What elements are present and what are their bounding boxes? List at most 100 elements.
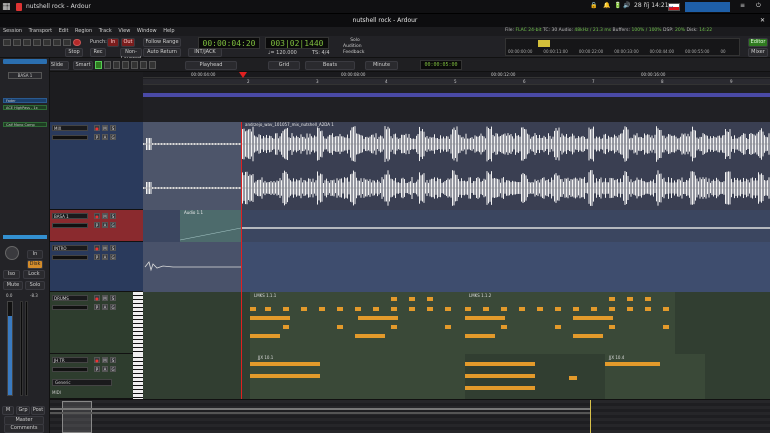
playlist-button[interactable]: P	[94, 366, 100, 372]
menu-session[interactable]: Session	[3, 28, 22, 34]
record-icon[interactable]	[73, 39, 81, 46]
midi-note[interactable]	[337, 325, 343, 329]
strip-name-button[interactable]: BASA 1	[8, 72, 42, 79]
midi-note[interactable]	[663, 325, 669, 329]
primary-clock[interactable]: 00:00:04:20	[198, 37, 260, 49]
stretch-tool-icon[interactable]	[122, 61, 129, 69]
midi-note[interactable]	[391, 297, 397, 301]
menu-track[interactable]: Track	[99, 28, 112, 34]
midi-note[interactable]	[501, 325, 507, 329]
group-button[interactable]: Grp	[16, 406, 30, 415]
midi-note[interactable]	[265, 307, 271, 311]
midi-note[interactable]	[355, 307, 361, 311]
track-gain-fader[interactable]	[52, 305, 88, 310]
midi-note[interactable]	[519, 307, 525, 311]
midi-note[interactable]	[250, 362, 320, 366]
comments-button[interactable]: Comments	[4, 424, 44, 433]
midi-note[interactable]	[609, 297, 615, 301]
menu-transport[interactable]: Transport	[29, 28, 52, 34]
midi-note[interactable]	[663, 307, 669, 311]
midi-note[interactable]	[465, 374, 535, 378]
group-button[interactable]: G	[110, 222, 116, 228]
midi-note[interactable]	[283, 325, 289, 329]
keyboard-layout-flag[interactable]: CZ	[668, 3, 680, 11]
stop-icon[interactable]	[63, 39, 71, 46]
timecode-ruler[interactable]: 00:00:04:00 00:00:08:00 00:00:12:00 00:0…	[143, 72, 770, 78]
grab-tool-icon[interactable]	[95, 61, 102, 69]
solo-button[interactable]: S	[110, 357, 116, 363]
track-name[interactable]: DRUMS	[52, 295, 88, 301]
apps-grid-icon[interactable]: ▦	[2, 2, 12, 12]
menu-region[interactable]: Region	[75, 28, 92, 34]
midi-note[interactable]	[250, 316, 290, 320]
volume-icon[interactable]: 🔊	[623, 2, 630, 12]
menu-window[interactable]: Window	[137, 28, 157, 34]
playlist-button[interactable]: P	[94, 304, 100, 310]
rec-arm-button[interactable]: ●	[94, 295, 100, 301]
tempo-ruler-bar[interactable]	[143, 93, 770, 97]
midi-note[interactable]	[483, 307, 489, 311]
automation-button[interactable]: A	[102, 134, 108, 140]
midi-note[interactable]	[609, 325, 615, 329]
solo-button[interactable]: Solo	[25, 281, 45, 290]
midi-note[interactable]	[427, 297, 433, 301]
solo-button[interactable]: S	[110, 125, 116, 131]
midi-note[interactable]	[409, 307, 415, 311]
track-name[interactable]: BASA 1	[52, 213, 88, 219]
automation-button[interactable]: A	[102, 366, 108, 372]
power-icon[interactable]: ⏻	[756, 2, 761, 12]
auto-return-button[interactable]: Auto Return	[143, 48, 181, 57]
group-button[interactable]: G	[110, 366, 116, 372]
track-header-basa[interactable]: BASA 1 ● M S P A G	[50, 210, 143, 242]
mute-button[interactable]: M	[102, 213, 108, 219]
gain-fader[interactable]	[7, 301, 13, 396]
track-gain-fader[interactable]	[52, 255, 88, 260]
midi-note[interactable]	[445, 325, 451, 329]
mute-button[interactable]: M	[102, 125, 108, 131]
midi-note[interactable]	[337, 307, 343, 311]
secondary-clock[interactable]: 003|02|1440	[265, 37, 329, 49]
track-header-drums[interactable]: DRUMS ● M S P A G	[50, 292, 143, 354]
playhead-line[interactable]	[241, 122, 242, 399]
track-name[interactable]: MIX	[52, 125, 88, 131]
layered-mode-dropdown[interactable]: Non-Layered	[120, 48, 142, 62]
menu-help[interactable]: Help	[163, 28, 174, 34]
midi-note[interactable]	[573, 307, 579, 311]
clock-display[interactable]: 28 říj 14:21	[634, 2, 669, 12]
editor-canvas[interactable]: andrzejo_wav_101057_mix_nutshell_A2DA 1 …	[143, 122, 770, 399]
menu-edit[interactable]: Edit	[59, 28, 69, 34]
track-gain-fader[interactable]	[52, 135, 88, 140]
summary-viewport[interactable]	[62, 401, 92, 433]
meter-display[interactable]: TS: 4/4	[312, 50, 330, 56]
midi-note[interactable]	[555, 325, 561, 329]
track-gain-fader[interactable]	[52, 367, 88, 372]
midi-note[interactable]	[283, 307, 289, 311]
playhead-dropdown[interactable]: Playhead	[185, 61, 237, 70]
iso-button[interactable]: Iso	[3, 270, 20, 279]
range-tool-icon[interactable]	[104, 61, 111, 69]
midi-note[interactable]	[250, 307, 256, 311]
midi-note[interactable]	[645, 297, 651, 301]
group-button[interactable]: G	[110, 304, 116, 310]
midi-note[interactable]	[465, 307, 471, 311]
mute-button[interactable]: M	[102, 357, 108, 363]
playlist-button[interactable]: P	[94, 222, 100, 228]
mute-button[interactable]: M	[102, 295, 108, 301]
tempo-display[interactable]: ♩= 120.000	[268, 50, 297, 56]
grid-mode-dropdown[interactable]: Grid	[268, 61, 300, 70]
editor-window-button[interactable]: Editor	[748, 38, 768, 47]
mute-button[interactable]: Mute	[3, 281, 23, 290]
rec-arm-button[interactable]: ●	[94, 125, 100, 131]
midi-note[interactable]	[358, 316, 398, 320]
midi-note[interactable]	[427, 307, 433, 311]
midi-note[interactable]	[465, 362, 535, 366]
loop-icon[interactable]	[23, 39, 31, 46]
piano-roll-keys[interactable]	[133, 292, 143, 354]
trim-slider[interactable]	[3, 235, 47, 239]
group-button[interactable]: G	[110, 254, 116, 260]
bell-icon[interactable]: 🔔	[603, 2, 610, 12]
feedback-indicator[interactable]: Feedback	[343, 50, 365, 55]
punch-in-button[interactable]: In	[107, 38, 119, 47]
solo-button[interactable]: S	[110, 295, 116, 301]
midi-note[interactable]	[250, 334, 280, 338]
